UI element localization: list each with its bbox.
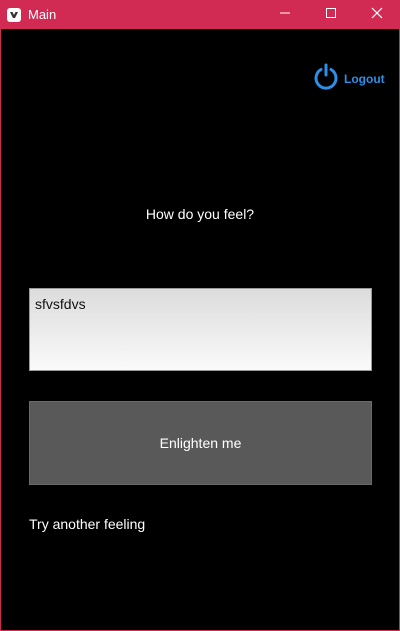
power-icon [312,62,340,95]
enlighten-me-button[interactable]: Enlighten me [29,401,372,485]
feeling-input[interactable]: sfvsfdvs [29,288,372,371]
minimize-icon [279,6,291,24]
window-title: Main [28,7,57,22]
logout-button[interactable]: Logout [312,62,385,95]
logout-label: Logout [344,71,385,86]
try-another-feeling-link[interactable]: Try another feeling [29,516,145,532]
title-bar[interactable]: Main [0,0,400,29]
minimize-button[interactable] [262,0,308,29]
window-controls [262,0,400,29]
feeling-question: How do you feel? [145,206,255,222]
close-icon [371,6,383,24]
close-button[interactable] [354,0,400,29]
kivy-icon [7,7,21,22]
app-window: Main Logout How do you feel? sfvsfdvs En… [0,0,400,631]
maximize-icon [325,6,337,24]
maximize-button[interactable] [308,0,354,29]
